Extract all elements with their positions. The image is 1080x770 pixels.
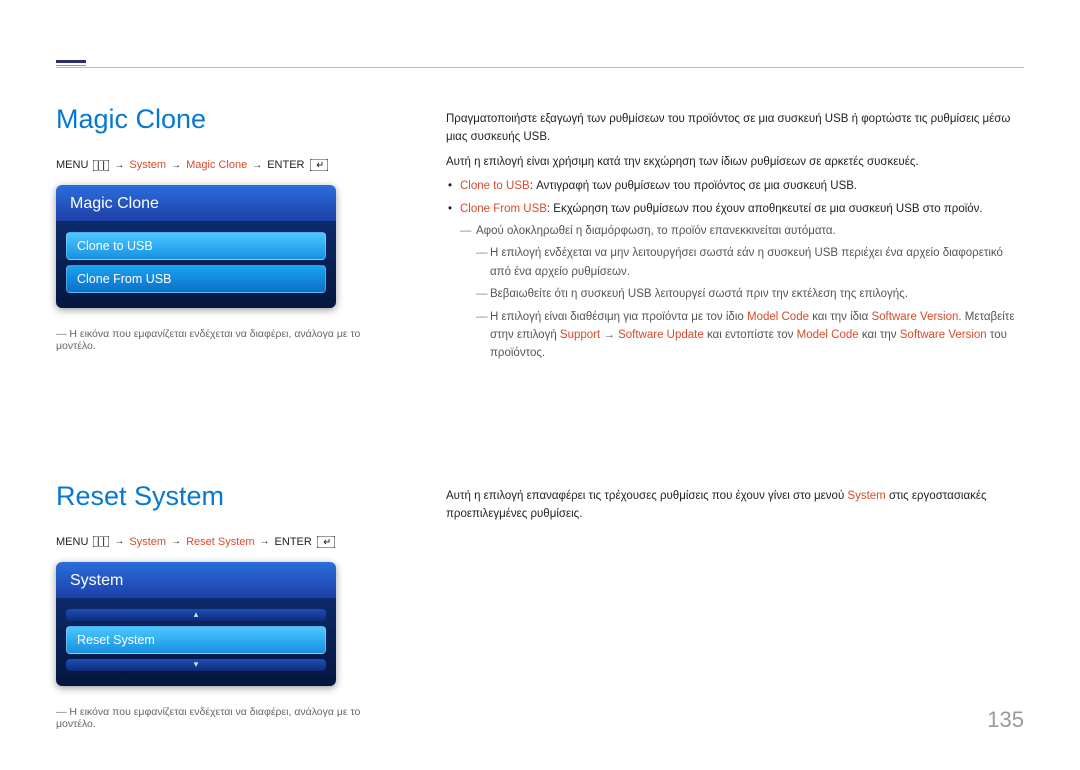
header-accent [56,60,86,66]
term-software-version: Software Version [871,311,958,323]
menu-item-clone-to-usb[interactable]: Clone to USB [66,232,326,260]
sub-sub-list-item: Η επιλογή είναι διαθέσιμη για προϊόντα μ… [446,308,1024,363]
list-item: Clone From USB: Εκχώρηση των ρυθμίσεων π… [446,200,1024,218]
term-support: Support [560,329,600,341]
image-disclaimer: Η εικόνα που εμφανίζεται ενδέχεται να δι… [56,328,396,352]
menu-card-title: System [56,562,336,598]
arrow-icon: → [252,160,262,171]
text-fragment: και εντοπίστε τον [704,329,797,341]
menu-card-title: Magic Clone [56,185,336,221]
menu-item-reset-system[interactable]: Reset System [66,626,326,654]
text-fragment: Αυτή η επιλογή επαναφέρει τις τρέχουσες … [446,490,847,502]
breadcrumb-menu: MENU [56,159,88,171]
breadcrumb-enter: ENTER [267,159,304,171]
text-fragment: και την [859,329,900,341]
image-disclaimer: Η εικόνα που εμφανίζεται ενδέχεται να δι… [56,706,396,730]
arrow-text: → [600,329,618,341]
term-model-code: Model Code [747,311,809,323]
sub-sub-list-item: Βεβαιωθείτε ότι η συσκευή USB λειτουργεί… [446,285,1024,303]
breadcrumb-system: System [129,536,166,548]
breadcrumb-item: Magic Clone [186,159,247,171]
section-heading-reset-system: Reset System [56,481,396,512]
term-desc: : Εκχώρηση των ρυθμίσεων που έχουν αποθη… [547,203,983,215]
term-clone-from-usb: Clone From USB [460,203,547,215]
sub-list-item: Αφού ολοκληρωθεί η διαμόρφωση, το προϊόν… [446,222,1024,240]
arrow-icon: → [171,536,181,547]
menu-card-system: System ▴ Reset System ▾ [56,562,336,686]
desc-paragraph: Αυτή η επιλογή επαναφέρει τις τρέχουσες … [446,487,1024,524]
breadcrumb-system: System [129,159,166,171]
breadcrumb-enter: ENTER [275,536,312,548]
term-desc: : Αντιγραφή των ρυθμίσεων του προϊόντος … [530,180,857,192]
menu-item-clone-from-usb[interactable]: Clone From USB [66,265,326,293]
breadcrumb-menu: MENU [56,536,88,548]
term-model-code: Model Code [797,329,859,341]
list-item: Clone to USB: Αντιγραφή των ρυθμίσεων το… [446,177,1024,195]
term-clone-to-usb: Clone to USB [460,180,530,192]
term-software-version: Software Version [900,329,987,341]
header-rule [56,67,1024,68]
text-fragment: Η επιλογή είναι διαθέσιμη για προϊόντα μ… [490,311,747,323]
section-heading-magic-clone: Magic Clone [56,104,396,135]
enter-icon [310,159,328,171]
arrow-icon: → [171,160,181,171]
desc-paragraph: Αυτή η επιλογή είναι χρήσιμη κατά την εκ… [446,153,1024,171]
enter-icon [317,536,335,548]
page-number: 135 [987,707,1024,733]
arrow-icon: → [114,160,124,171]
menu-grid-icon [93,536,109,547]
desc-paragraph: Πραγματοποιήστε εξαγωγή των ρυθμίσεων το… [446,110,1024,147]
sub-sub-list-item: Η επιλογή ενδέχεται να μην λειτουργήσει … [446,244,1024,281]
term-software-update: Software Update [618,329,704,341]
breadcrumb-reset-system: MENU → System → Reset System → ENTER [56,536,396,548]
menu-grid-icon [93,160,109,171]
scroll-down-indicator[interactable]: ▾ [66,659,326,671]
breadcrumb-magic-clone: MENU → System → Magic Clone → ENTER [56,159,396,171]
arrow-icon: → [260,536,270,547]
scroll-up-indicator[interactable]: ▴ [66,609,326,621]
text-fragment: και την ίδια [809,311,871,323]
breadcrumb-item: Reset System [186,536,254,548]
term-system: System [847,490,885,502]
arrow-icon: → [114,536,124,547]
menu-card-magic-clone: Magic Clone Clone to USB Clone From USB [56,185,336,308]
